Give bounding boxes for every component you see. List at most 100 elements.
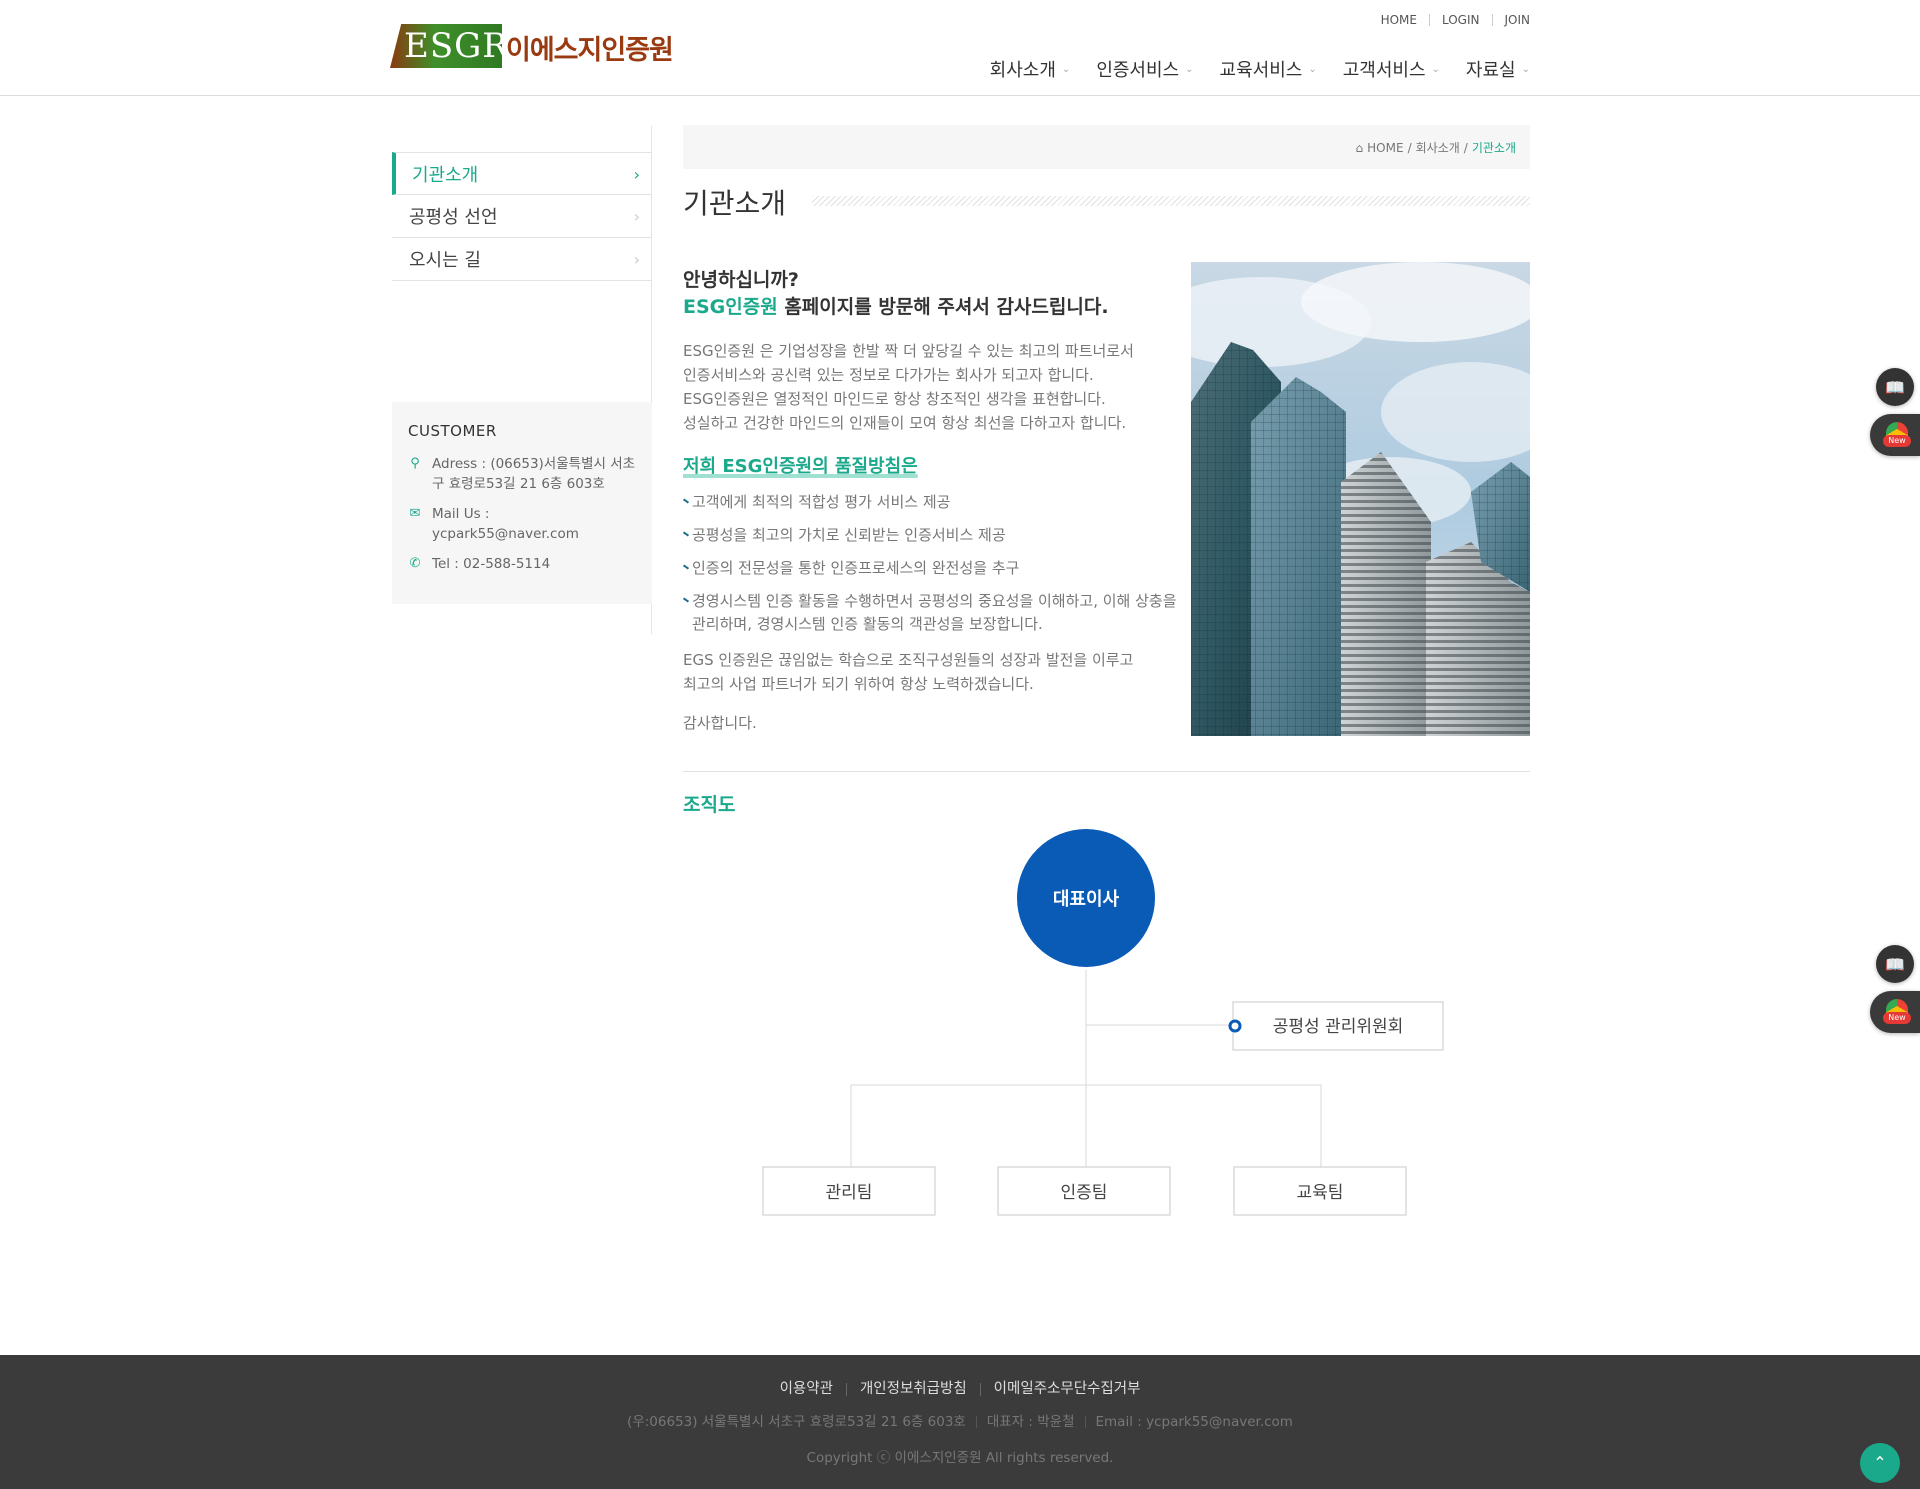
building-photo — [1191, 262, 1530, 736]
breadcrumb-home[interactable]: HOME — [1367, 141, 1403, 155]
phone-icon: ✆ — [409, 556, 421, 571]
org-chart-title: 조직도 — [683, 794, 736, 816]
logo-mark: ESGR — [390, 24, 502, 68]
book-icon: 📖 — [1885, 954, 1905, 974]
intro-line: ESG인증원 은 기업성장을 한발 짝 더 앞당길 수 있는 최고의 파트너로서 — [683, 342, 1134, 360]
breadcrumb-sep: / — [1463, 140, 1468, 155]
chevron-right-icon: › — [633, 250, 640, 269]
book-icon: 📖 — [1885, 377, 1905, 397]
org-chart: 대표이사 공평성 관리위원회 관리팀 인증팀 교육팀 — [762, 829, 1444, 1216]
breadcrumb-bar: ⌂ HOME / 회사소개 / 기관소개 — [683, 125, 1530, 169]
ceo-label: 대표이사 — [1053, 889, 1120, 910]
envelope-icon: ✉ — [409, 506, 421, 521]
terms-link[interactable]: 이용약관 — [767, 1382, 846, 1397]
top-links: HOME LOGIN JOIN — [1369, 14, 1530, 26]
sidebar-item-label: 오시는 길 — [409, 250, 481, 271]
closing-paragraph: EGS 인증원은 끊임없는 학습으로 조직구성원들의 성장과 발전을 이루고 최… — [683, 648, 1178, 696]
title-stripe — [812, 196, 1530, 206]
mail-text: Mail Us : ycpark55@naver.com — [432, 506, 579, 542]
policy-item: 인증의 전문성을 통한 인증프로세스의 완전성을 추구 — [683, 557, 1178, 580]
chevron-right-icon: › — [633, 207, 640, 226]
footer-links: 이용약관 개인정보취급방침 이메일주소무단수집거부 — [0, 1382, 1920, 1397]
thanks-text: 감사합니다. — [683, 714, 757, 732]
closing-line: EGS 인증원은 끊임없는 학습으로 조직구성원들의 성장과 발전을 이루고 — [683, 651, 1134, 669]
new-feature-button[interactable]: New — [1870, 414, 1920, 456]
email-refusal-link[interactable]: 이메일주소무단수집거부 — [979, 1382, 1154, 1396]
scroll-top-button[interactable]: ⌃ — [1860, 1443, 1900, 1483]
home-icon: ⌂ — [1355, 140, 1364, 155]
breadcrumb-parent[interactable]: 회사소개 — [1416, 139, 1460, 156]
site-footer: 이용약관 개인정보취급방침 이메일주소무단수집거부 (우:06653) 서울특별… — [0, 1355, 1920, 1489]
chevron-down-icon: ⌄ — [1185, 63, 1194, 75]
policy-item: 고객에게 최적의 적합성 평가 서비스 제공 — [683, 491, 1178, 514]
new-badge: New — [1883, 435, 1911, 447]
section-divider — [683, 771, 1530, 772]
breadcrumb: ⌂ HOME / 회사소개 / 기관소개 — [1356, 139, 1516, 156]
nav-label: 고객서비스 — [1342, 60, 1426, 81]
chevron-down-icon: ⌄ — [1431, 63, 1440, 75]
home-link[interactable]: HOME — [1369, 14, 1429, 26]
footer-email: Email : ycpark55@naver.com — [1084, 1415, 1303, 1429]
footer-ceo: 대표자 : 박윤철 — [975, 1415, 1085, 1429]
customer-mail: ✉ Mail Us : ycpark55@naver.com — [408, 504, 636, 544]
nav-label: 교육서비스 — [1219, 60, 1303, 81]
closing-line: 최고의 사업 파트너가 되기 위하여 항상 노력하겠습니다. — [683, 675, 1034, 693]
committee-label: 공평성 관리위원회 — [1273, 1017, 1404, 1037]
nav-item-customer[interactable]: 고객서비스 ⌄ — [1343, 56, 1440, 82]
chevron-down-icon: ⌄ — [1521, 63, 1530, 75]
site-header: ESGR 이에스지인증원 HOME LOGIN JOIN 회사소개 ⌄ 인증서비스… — [0, 0, 1920, 96]
map-marker-icon: ⚲ — [410, 456, 420, 471]
chevron-down-icon: ⌄ — [1061, 63, 1071, 75]
tel-text: Tel : 02-588-5114 — [432, 556, 551, 572]
policy-item: 공평성을 최고의 가치로 신뢰받는 인증서비스 제공 — [683, 524, 1178, 547]
chevron-right-icon: › — [633, 165, 640, 184]
intro-line: 성실하고 건강한 마인드의 인재들이 모여 항상 최선을 다하고자 합니다. — [683, 414, 1127, 432]
customer-tel: ✆ Tel : 02-588-5114 — [408, 554, 636, 574]
team-label: 관리팀 — [826, 1183, 873, 1203]
logo-text: 이에스지인증원 — [506, 35, 674, 66]
join-link[interactable]: JOIN — [1491, 14, 1530, 26]
google-icon — [1886, 999, 1908, 1013]
chevron-up-icon: ⌃ — [1873, 1453, 1887, 1472]
page-title: 기관소개 — [683, 187, 787, 220]
sidebar-item-label: 공평성 선언 — [409, 207, 498, 228]
sidebar-item-label: 기관소개 — [412, 164, 479, 186]
breadcrumb-current: 기관소개 — [1471, 141, 1516, 155]
copyright: Copyright ⓒ 이에스지인증원 All rights reserved. — [806, 1450, 1114, 1466]
nav-label: 인증서비스 — [1096, 60, 1180, 81]
reader-button[interactable]: 📖 — [1876, 945, 1914, 983]
main-nav: 회사소개 ⌄ 인증서비스 ⌄ 교육서비스 ⌄ 고객서비스 ⌄ 자료실 ⌄ — [990, 56, 1530, 82]
team-label: 교육팀 — [1297, 1183, 1344, 1203]
footer-address: (우:06653) 서울특별시 서초구 효령로53길 21 6층 603호 — [627, 1414, 966, 1430]
greeting-accent: ESG인증원 — [683, 296, 778, 318]
site-logo[interactable]: ESGR 이에스지인증원 — [390, 24, 680, 68]
sidebar-item-directions[interactable]: 오시는 길 › — [392, 238, 652, 281]
sub-nav: 기관소개 › 공평성 선언 › 오시는 길 › — [392, 152, 652, 281]
nav-item-company[interactable]: 회사소개 ⌄ — [990, 56, 1071, 82]
privacy-link[interactable]: 개인정보취급방침 — [845, 1382, 980, 1396]
policy-title: 저희 ESG인증원의 품질방침은 — [683, 456, 918, 477]
policy-list: 고객에게 최적의 적합성 평가 서비스 제공 공평성을 최고의 가치로 신뢰받는… — [683, 491, 1178, 646]
greeting-line2: ESG인증원 홈페이지를 방문해 주셔서 감사드립니다. — [683, 292, 1109, 319]
sidebar-item-about[interactable]: 기관소개 › — [392, 152, 652, 195]
greeting-line1: 안녕하십니까? — [683, 269, 799, 291]
intro-line: ESG인증원은 열정적인 마인드로 항상 창조적인 생각을 표현합니다. — [683, 390, 1106, 408]
chevron-down-icon: ⌄ — [1308, 63, 1317, 75]
policy-item: 경영시스템 인증 활동을 수행하면서 공평성의 중요성을 이해하고, 이해 상충… — [683, 590, 1178, 636]
breadcrumb-sep: / — [1407, 140, 1412, 155]
nav-label: 회사소개 — [989, 60, 1056, 81]
nav-item-archive[interactable]: 자료실 ⌄ — [1466, 56, 1530, 82]
address-text: Adress : (06653)서울특별시 서초구 효령로53길 21 6층 6… — [432, 456, 636, 492]
customer-address: ⚲ Adress : (06653)서울특별시 서초구 효령로53길 21 6층… — [408, 454, 636, 494]
customer-box: CUSTOMER ⚲ Adress : (06653)서울특별시 서초구 효령로… — [392, 402, 652, 604]
customer-title: CUSTOMER — [408, 422, 497, 440]
nav-item-education[interactable]: 교육서비스 ⌄ — [1220, 56, 1317, 82]
sidebar-item-impartiality[interactable]: 공평성 선언 › — [392, 195, 652, 238]
login-link[interactable]: LOGIN — [1428, 14, 1492, 26]
new-feature-button[interactable]: New — [1870, 991, 1920, 1033]
reader-button[interactable]: 📖 — [1876, 368, 1914, 406]
new-badge: New — [1883, 1012, 1911, 1024]
nav-item-certification[interactable]: 인증서비스 ⌄ — [1096, 56, 1193, 82]
nav-label: 자료실 — [1465, 60, 1516, 81]
greeting-rest: 홈페이지를 방문해 주셔서 감사드립니다. — [777, 296, 1109, 318]
